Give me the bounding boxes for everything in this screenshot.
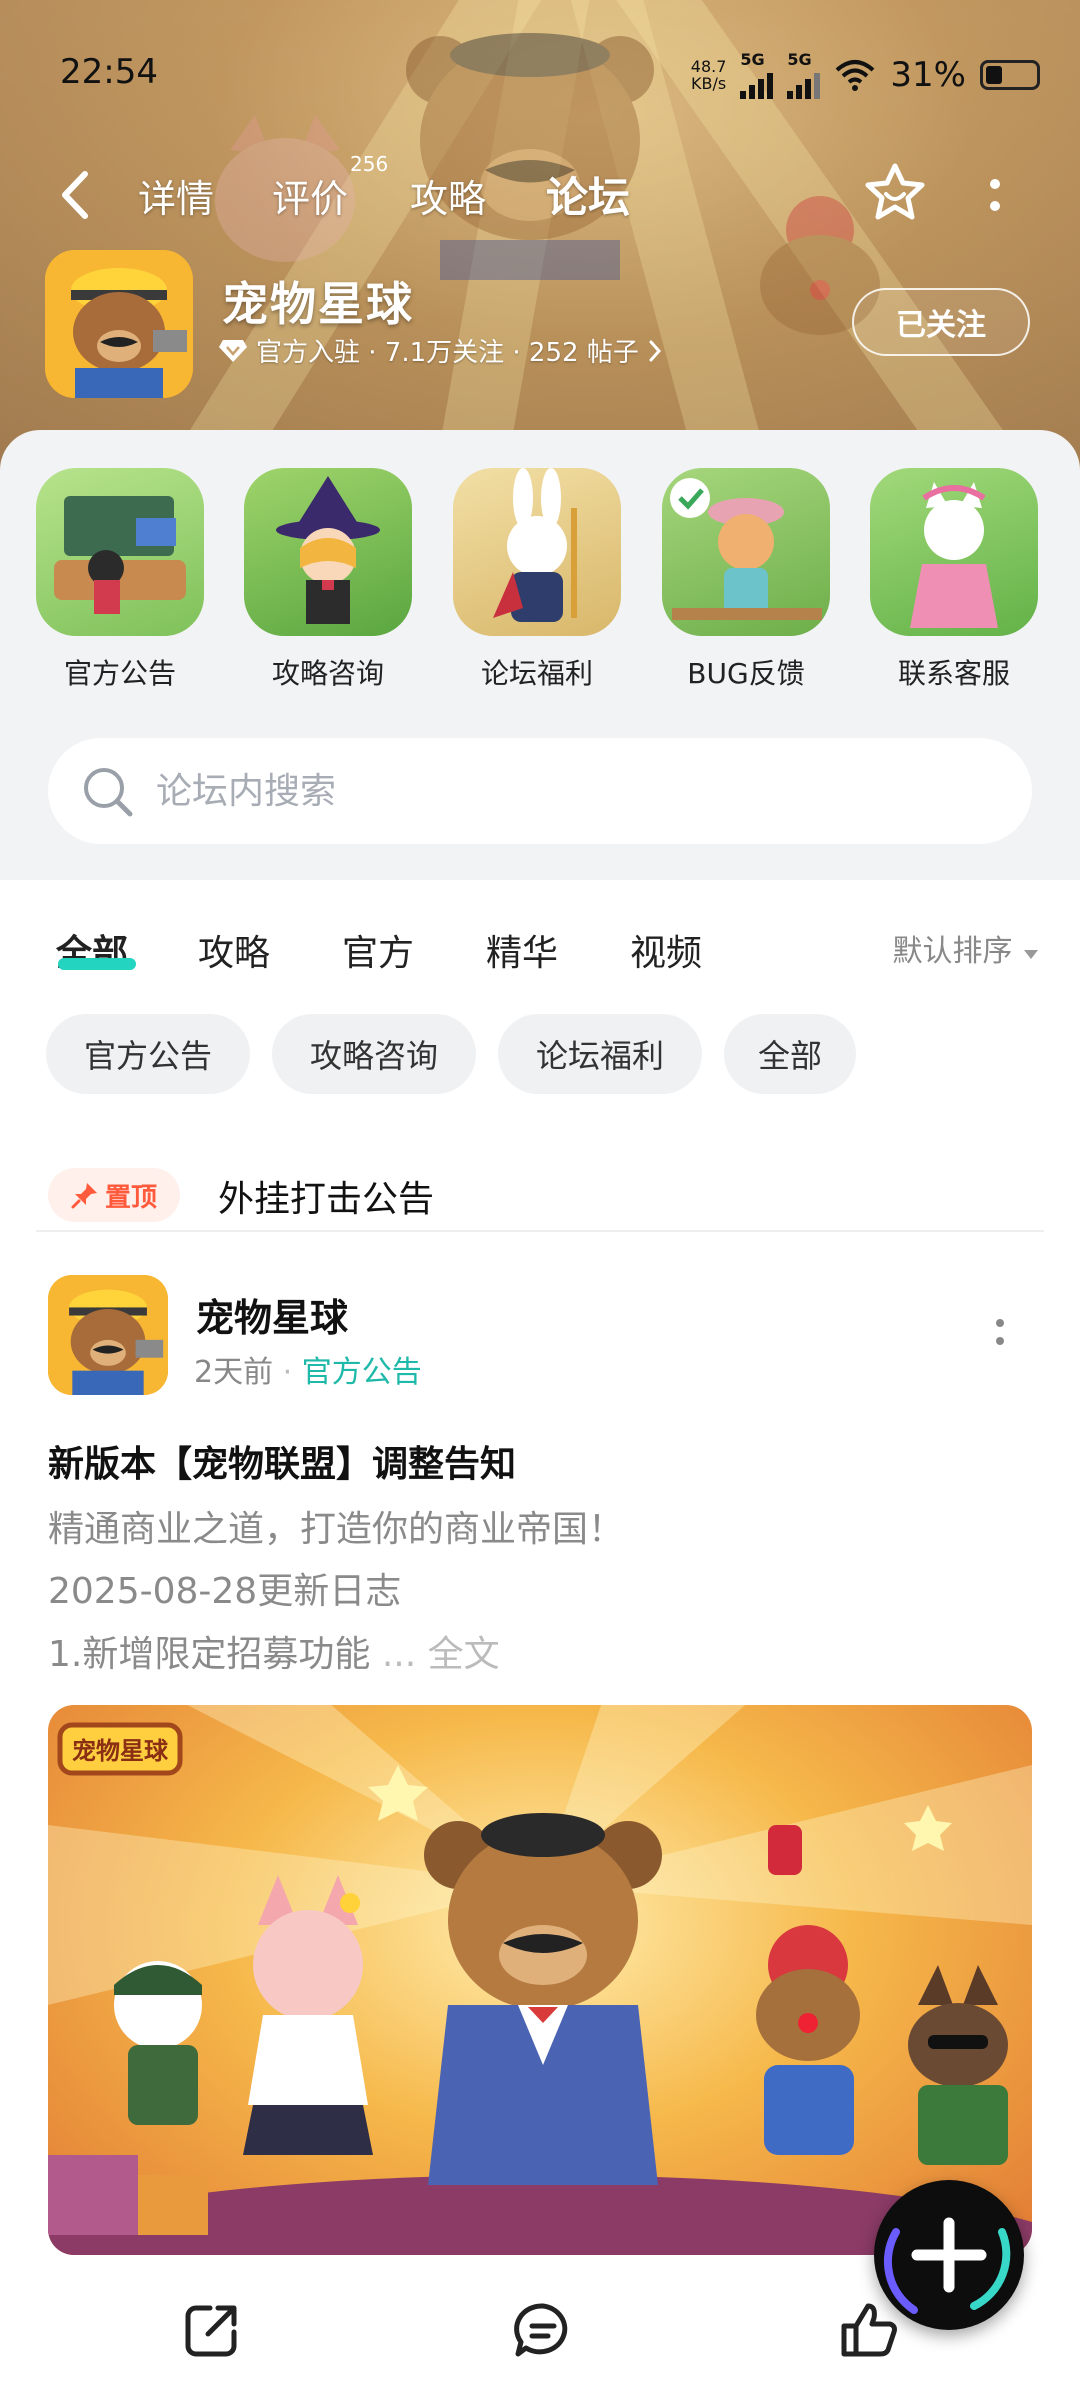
post-meta: 2天前 · 官方公告 bbox=[194, 1355, 422, 1390]
content-tab-indicator bbox=[58, 958, 136, 970]
followed-button[interactable]: 已关注 bbox=[852, 288, 1030, 356]
bear-miner-icon bbox=[48, 1275, 168, 1395]
quick-link-label: 论坛福利 bbox=[480, 657, 593, 690]
announcement-tile-image bbox=[36, 468, 204, 636]
sort-dropdown[interactable]: 默认排序 bbox=[892, 926, 1040, 970]
divider bbox=[36, 1230, 1044, 1232]
sort-label: 默认排序 bbox=[892, 934, 1013, 969]
top-navigation: 详情 评价 256 攻略 论坛 bbox=[0, 152, 1080, 230]
favorite-star-icon[interactable] bbox=[862, 160, 928, 226]
content-tab-featured[interactable]: 精华 bbox=[486, 924, 558, 976]
quick-link-label: 联系客服 bbox=[897, 657, 1010, 690]
author-avatar[interactable] bbox=[48, 1275, 168, 1395]
signal-1: 5G bbox=[740, 50, 774, 99]
pinned-badge: 置顶 bbox=[48, 1168, 180, 1222]
pinned-post[interactable]: 置顶 外挂打击公告 bbox=[0, 1160, 1080, 1250]
post-body-line-3-text: 1.新增限定招募功能 bbox=[48, 1634, 371, 1675]
post-body-line-2: 2025-08-28更新日志 bbox=[48, 1571, 402, 1612]
network-speed-unit: KB/s bbox=[691, 73, 727, 93]
content-tab-guides[interactable]: 攻略 bbox=[198, 924, 270, 976]
network-speed: 48.7 KB/s bbox=[691, 58, 727, 92]
post-body-line-3: 1.新增限定招募功能 ... 全文 bbox=[48, 1625, 500, 1677]
battery-icon bbox=[980, 59, 1040, 90]
app-name: 宠物星球 bbox=[222, 277, 414, 331]
post-more-icon[interactable] bbox=[992, 1315, 1008, 1355]
witch-illustration bbox=[276, 476, 380, 624]
post-category[interactable]: 官方公告 bbox=[302, 1355, 422, 1390]
guide-tile-image bbox=[244, 468, 412, 636]
pinned-title: 外挂打击公告 bbox=[218, 1179, 435, 1220]
quick-link-label: 官方公告 bbox=[63, 657, 176, 690]
battery-percent: 31% bbox=[890, 54, 966, 95]
pinned-badge-label: 置顶 bbox=[104, 1182, 157, 1213]
content-tab-video[interactable]: 视频 bbox=[630, 924, 702, 976]
filter-chip-announcements[interactable]: 官方公告 bbox=[46, 1014, 250, 1094]
search-input[interactable] bbox=[154, 758, 978, 824]
comment-icon[interactable] bbox=[512, 2300, 574, 2360]
bug-tile-image bbox=[662, 468, 830, 636]
app-icon[interactable] bbox=[45, 250, 193, 398]
forum-search-bar[interactable] bbox=[48, 738, 1032, 844]
svg-text:宠物星球: 宠物星球 bbox=[72, 1737, 169, 1765]
rabbit-illustration bbox=[493, 468, 577, 622]
quick-link-label: 攻略咨询 bbox=[271, 657, 384, 690]
filter-chip-guide-consult[interactable]: 攻略咨询 bbox=[272, 1014, 476, 1094]
forum-content-sheet: 官方公告 攻略咨询 论坛福利 BUG反馈 联系客服 论坛内搜索 全部 攻略 官方… bbox=[0, 430, 1080, 2400]
tab-reviews[interactable]: 评价 bbox=[272, 168, 348, 223]
cat-girl-illustration bbox=[670, 478, 822, 620]
quick-link-guide-consult[interactable]: 攻略咨询 bbox=[244, 468, 412, 692]
search-icon bbox=[84, 768, 133, 817]
quick-link-customer-service[interactable]: 联系客服 bbox=[870, 468, 1038, 692]
chevron-right-icon bbox=[649, 340, 661, 361]
bear-miner-icon bbox=[45, 250, 193, 398]
tab-guides[interactable]: 攻略 bbox=[410, 168, 486, 223]
author-name[interactable]: 宠物星球 bbox=[196, 1287, 348, 1342]
app-meta-text: 官方入驻 · 7.1万关注 · 252 帖子 bbox=[256, 338, 639, 368]
post-ellipsis: ... bbox=[381, 1634, 417, 1675]
post-time: 2天前 bbox=[194, 1355, 274, 1390]
quick-link-announcements[interactable]: 官方公告 bbox=[36, 468, 204, 692]
more-options-icon[interactable] bbox=[985, 176, 1005, 216]
content-tab-official[interactable]: 官方 bbox=[342, 924, 414, 976]
quick-link-benefits[interactable]: 论坛福利 bbox=[453, 468, 621, 692]
white-cat-illustration bbox=[910, 482, 998, 628]
network-speed-value: 48.7 bbox=[690, 56, 727, 76]
back-icon[interactable] bbox=[55, 168, 95, 223]
quick-link-bug-report[interactable]: BUG反馈 bbox=[662, 468, 830, 692]
post-title: 新版本【宠物联盟】调整告知 bbox=[48, 1444, 517, 1485]
post-banner-image[interactable]: 宠物星球 bbox=[48, 1705, 1032, 2255]
app-meta-row[interactable]: 官方入驻 · 7.1万关注 · 252 帖子 bbox=[218, 332, 663, 369]
banner-game-logo: 宠物星球 bbox=[57, 1722, 183, 1776]
pin-icon bbox=[71, 1183, 97, 1209]
game-characters-illustration: 宠物星球 bbox=[48, 1705, 1032, 2255]
share-icon[interactable] bbox=[182, 2300, 242, 2360]
post-body-line-1: 精通商业之道，打造你的商业帝国！ bbox=[48, 1509, 625, 1550]
status-time: 22:54 bbox=[60, 52, 158, 92]
like-icon[interactable] bbox=[838, 2300, 900, 2360]
tab-forum[interactable]: 论坛 bbox=[546, 164, 630, 225]
wifi-icon bbox=[836, 59, 875, 91]
caret-down-icon bbox=[1024, 950, 1038, 959]
classroom-illustration bbox=[54, 496, 186, 614]
signal-2: 5G bbox=[787, 50, 821, 99]
diamond-icon bbox=[219, 339, 247, 362]
post-action-bar bbox=[0, 2270, 1080, 2380]
status-bar: 22:54 48.7 KB/s 5G 5G 31% bbox=[0, 30, 1080, 110]
signal-bars-icon bbox=[740, 69, 774, 99]
read-full-link[interactable]: 全文 bbox=[428, 1634, 500, 1675]
tab-details[interactable]: 详情 bbox=[138, 168, 214, 223]
signal-bars-icon bbox=[787, 69, 821, 99]
filter-chip-benefits[interactable]: 论坛福利 bbox=[498, 1014, 702, 1094]
app-info-row: 宠物星球 官方入驻 · 7.1万关注 · 252 帖子 已关注 bbox=[0, 250, 1080, 400]
reviews-count-badge: 256 bbox=[350, 152, 389, 176]
signal-1-label: 5G bbox=[740, 50, 765, 69]
benefits-tile-image bbox=[453, 468, 621, 636]
quick-link-label: BUG反馈 bbox=[687, 657, 805, 690]
service-tile-image bbox=[870, 468, 1038, 636]
signal-2-label: 5G bbox=[787, 50, 812, 69]
filter-chip-all[interactable]: 全部 bbox=[724, 1014, 856, 1094]
